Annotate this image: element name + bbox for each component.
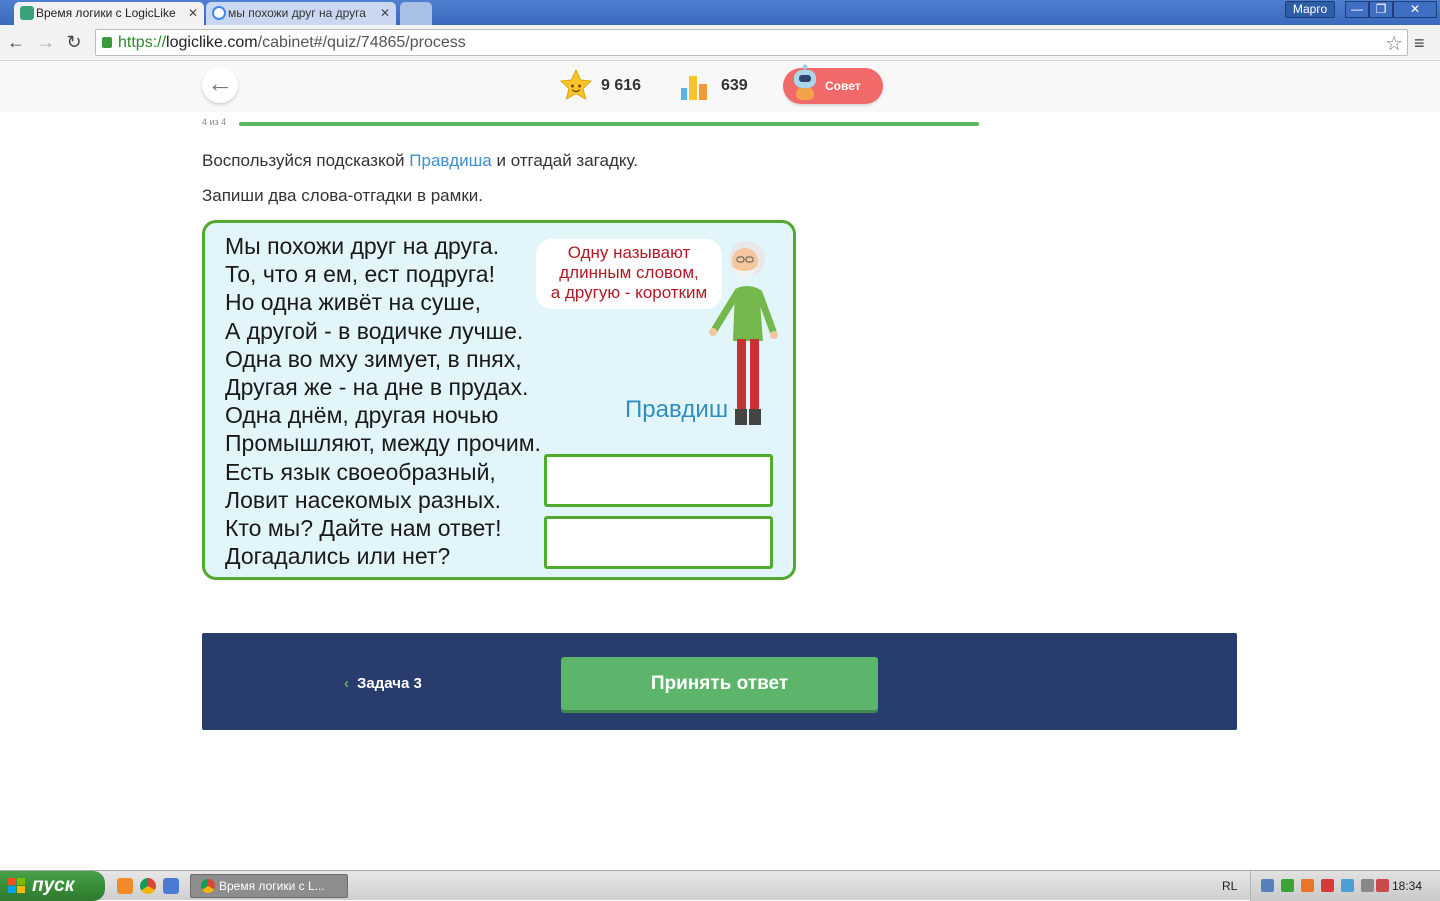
- address-bar[interactable]: https://logiclike.com/cabinet#/quiz/7486…: [95, 29, 1408, 56]
- reload-icon[interactable]: ↻: [64, 32, 84, 52]
- windows-logo-icon: [8, 878, 25, 893]
- poem-line: Мы похожи друг на друга.: [225, 233, 500, 259]
- progress-fill: [239, 122, 979, 126]
- tab-search[interactable]: мы похожи друг на друга ✕: [206, 2, 396, 25]
- prev-task-link[interactable]: ‹ Задача 3: [344, 675, 422, 692]
- character-name: Правдиш: [625, 396, 729, 423]
- poem-line: То, что я ем, ест подруга!: [225, 261, 495, 288]
- volume-icon[interactable]: [1341, 879, 1354, 892]
- poem-line: Есть язык своеобразный,: [225, 458, 496, 485]
- progress-bar: [239, 122, 979, 126]
- poem-line: Но одна живёт на суше,: [225, 289, 482, 316]
- tray-app-icon[interactable]: [1361, 879, 1374, 892]
- answer-field-1[interactable]: [544, 454, 773, 507]
- taskbar-window-button[interactable]: Время логики с L...: [190, 874, 348, 898]
- stars-count: 9 616: [601, 77, 642, 94]
- poem-line: А другой - в водичке лучше.: [225, 317, 524, 344]
- poem-line: Одна во мху зимует, в пнях,: [225, 345, 522, 372]
- logiclike-favicon-icon: [20, 6, 34, 20]
- hint-label: Совет: [825, 79, 861, 93]
- url-text: https://logiclike.com/cabinet#/quiz/7486…: [118, 34, 466, 51]
- star-icon: [560, 69, 592, 101]
- forward-arrow-icon[interactable]: →: [36, 32, 56, 52]
- new-tab-button[interactable]: [400, 2, 432, 25]
- quicklaunch-app-icon[interactable]: [117, 878, 133, 894]
- prev-task-label: Задача 3: [357, 675, 422, 692]
- tray-app-icon[interactable]: [1281, 879, 1294, 892]
- chrome-icon: [201, 879, 215, 893]
- poem-line: Другая же - на дне в прудах.: [225, 374, 529, 401]
- poem-line: Кто мы? Дайте нам ответ!: [225, 515, 502, 542]
- robot-icon: [794, 64, 816, 100]
- poem-line: Промышляют, между прочим.: [225, 430, 541, 457]
- riddle-poem: Мы похожи друг на друга. То, что я ем, е…: [225, 232, 541, 570]
- chrome-menu-icon[interactable]: ≡: [1414, 33, 1430, 54]
- page-header: ← 9 616 639 Совет: [0, 62, 1440, 112]
- quicklaunch-app-icon[interactable]: [163, 878, 179, 894]
- chevron-left-icon: ‹: [344, 675, 349, 692]
- start-button[interactable]: пуск: [0, 871, 105, 901]
- minimize-button[interactable]: —: [1345, 1, 1369, 18]
- tab-title: мы похожи друг на друга: [228, 6, 366, 20]
- restore-button[interactable]: ❐: [1369, 1, 1393, 18]
- submit-answer-button[interactable]: Принять ответ: [561, 657, 878, 710]
- browser-titlebar: Время логики с LogicLike ✕ мы похожи дру…: [0, 0, 1440, 25]
- close-icon[interactable]: ✕: [380, 2, 390, 24]
- poem-line: Ловит насекомых разных.: [225, 486, 501, 513]
- rating-chart-icon: [681, 76, 707, 100]
- back-button[interactable]: ←: [202, 67, 238, 103]
- pravdish-link[interactable]: Правдиша: [409, 151, 491, 170]
- tab-logiclike[interactable]: Время логики с LogicLike ✕: [14, 2, 204, 25]
- hint-button[interactable]: Совет: [783, 64, 883, 104]
- language-indicator[interactable]: RL: [1222, 879, 1237, 893]
- browser-toolbar: ← → ↻ https://logiclike.com/cabinet#/qui…: [0, 25, 1440, 61]
- tray-app-icon[interactable]: [1376, 879, 1389, 892]
- tray-app-icon[interactable]: [1301, 879, 1314, 892]
- window-close-button[interactable]: ✕: [1393, 1, 1437, 18]
- close-icon[interactable]: ✕: [188, 2, 198, 24]
- shield-icon[interactable]: [1321, 879, 1334, 892]
- poem-line: Одна днём, другая ночью: [225, 402, 499, 429]
- poem-line: Догадались или нет?: [225, 543, 451, 570]
- bookmark-star-icon[interactable]: ☆: [1385, 31, 1403, 56]
- answer-field-2[interactable]: [544, 516, 773, 569]
- lock-icon: [102, 37, 112, 48]
- os-taskbar: пуск Время логики с L... RL 18:34: [0, 870, 1440, 901]
- rating-count: 639: [721, 77, 748, 94]
- task-instruction: Воспользуйся подсказкой Правдиша и отгад…: [202, 151, 639, 170]
- google-favicon-icon: [212, 6, 226, 20]
- tab-title: Время логики с LogicLike: [36, 6, 176, 20]
- task-instruction-2: Запиши два слова-отгадки в рамки.: [202, 186, 483, 205]
- network-icon[interactable]: [1261, 879, 1274, 892]
- clock[interactable]: 18:34: [1392, 879, 1422, 893]
- bottom-nav-panel: ‹ Задача 3 Принять ответ: [202, 633, 1237, 730]
- arrow-left-icon: ←: [207, 68, 233, 98]
- profile-name[interactable]: Марго: [1285, 1, 1335, 18]
- back-arrow-icon[interactable]: ←: [6, 32, 26, 52]
- chrome-icon[interactable]: [140, 878, 156, 894]
- riddle-card: Мы похожи друг на друга. То, что я ем, е…: [202, 220, 796, 580]
- progress-label: 4 из 4: [202, 117, 227, 127]
